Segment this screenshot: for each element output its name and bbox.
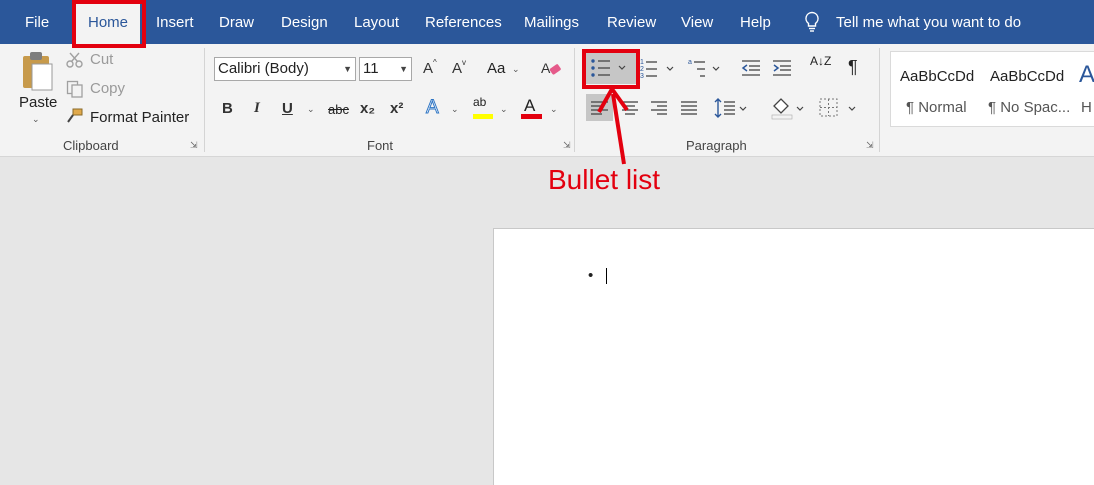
line-spacing-icon[interactable]	[713, 96, 749, 120]
tab-references[interactable]: References	[425, 0, 502, 44]
paragraph-group-label: Paragraph	[686, 138, 747, 153]
tab-help[interactable]: Help	[740, 0, 771, 44]
clear-formatting-icon[interactable]: A	[540, 58, 562, 78]
format-painter-icon	[67, 108, 83, 123]
underline-button[interactable]: U	[282, 100, 293, 117]
highlight-dropdown-icon[interactable]: ⌄	[500, 104, 508, 115]
show-formatting-marks-button[interactable]: ¶	[848, 57, 858, 78]
group-separator	[879, 48, 880, 152]
sort-button[interactable]: A↓Z	[810, 55, 831, 67]
justify-icon[interactable]	[679, 98, 699, 118]
style-no-spacing-label[interactable]: ¶ No Spac...	[988, 99, 1070, 116]
text-effects-button[interactable]: A	[426, 97, 440, 119]
font-name-value: Calibri (Body)	[218, 60, 309, 77]
clipboard-group-label: Clipboard	[63, 138, 119, 153]
text-effects-dropdown-icon[interactable]: ⌄	[451, 104, 459, 115]
numbering-icon[interactable]: 1 2 3	[640, 56, 684, 80]
multilevel-list-icon[interactable]: a	[688, 56, 728, 80]
annotation-label: Bullet list	[548, 164, 661, 195]
strikethrough-button[interactable]: abc	[328, 102, 349, 117]
align-right-icon[interactable]	[649, 98, 669, 118]
clipboard-dialog-launcher-icon[interactable]: ⇲	[190, 140, 198, 151]
change-case-dropdown-icon[interactable]: ⌄	[512, 64, 520, 75]
svg-text:a: a	[688, 59, 692, 66]
annotation-arrow-icon	[597, 86, 629, 165]
svg-text:3: 3	[640, 73, 644, 80]
paste-label[interactable]: Paste	[19, 94, 57, 111]
svg-text:A: A	[541, 60, 551, 76]
shading-icon[interactable]	[770, 96, 806, 120]
increase-indent-icon[interactable]	[771, 58, 793, 78]
font-group-label: Font	[367, 138, 394, 153]
bullet-marker: •	[588, 267, 594, 284]
grow-font-icon: A	[423, 60, 434, 77]
shrink-font-button[interactable]: Av	[452, 58, 466, 77]
scissors-icon	[66, 52, 83, 68]
copy-button[interactable]: Copy	[90, 80, 125, 97]
underline-dropdown-icon[interactable]: ⌄	[307, 104, 315, 115]
paste-icon[interactable]	[20, 50, 54, 92]
highlight-button[interactable]: ab	[473, 95, 486, 109]
format-painter-button[interactable]: Format Painter	[90, 109, 189, 126]
copy-icon	[66, 80, 83, 98]
style-no-spacing-preview[interactable]: AaBbCcDd	[990, 68, 1064, 85]
font-color-button[interactable]: A	[524, 96, 535, 116]
paste-dropdown-icon[interactable]: ⌄	[32, 114, 40, 125]
tab-insert[interactable]: Insert	[156, 0, 194, 44]
change-case-button[interactable]: Aa	[487, 60, 505, 77]
document-page[interactable]: •	[493, 228, 1094, 485]
bold-button[interactable]: B	[222, 100, 233, 117]
shrink-font-icon: A	[452, 60, 463, 77]
group-separator	[204, 48, 205, 152]
style-heading-preview[interactable]: A	[1079, 61, 1094, 89]
svg-text:2: 2	[640, 66, 644, 73]
chevron-down-icon: ▼	[399, 64, 408, 74]
italic-button[interactable]: I	[254, 100, 260, 117]
tab-draw[interactable]: Draw	[219, 0, 254, 44]
tab-file[interactable]: File	[25, 0, 49, 44]
paragraph-dialog-launcher-icon[interactable]: ⇲	[866, 140, 874, 151]
font-color-dropdown-icon[interactable]: ⌄	[550, 104, 558, 115]
text-cursor	[606, 268, 607, 284]
decrease-indent-icon[interactable]	[740, 58, 762, 78]
font-size-combo[interactable]: 11 ▼	[359, 57, 412, 81]
tab-layout[interactable]: Layout	[354, 0, 399, 44]
tab-view[interactable]: View	[681, 0, 713, 44]
style-normal-preview[interactable]: AaBbCcDd	[900, 68, 974, 85]
font-name-combo[interactable]: Calibri (Body) ▼	[214, 57, 356, 81]
lightbulb-icon[interactable]	[804, 11, 820, 33]
borders-icon[interactable]	[818, 96, 860, 120]
cut-button[interactable]: Cut	[90, 51, 113, 68]
grow-font-button[interactable]: A^	[423, 58, 437, 77]
svg-text:1: 1	[640, 59, 644, 66]
tab-review[interactable]: Review	[607, 0, 656, 44]
group-separator	[574, 48, 575, 152]
bullets-highlight-box	[582, 49, 640, 89]
font-dialog-launcher-icon[interactable]: ⇲	[563, 140, 571, 151]
ribbon-tab-bar: File Home Insert Draw Design Layout Refe…	[0, 0, 1094, 44]
home-tab-highlight-box	[72, 0, 146, 48]
font-size-value: 11	[363, 60, 379, 77]
tab-mailings[interactable]: Mailings	[524, 0, 579, 44]
tell-me-search[interactable]: Tell me what you want to do	[836, 0, 1021, 46]
font-color-swatch	[521, 114, 542, 119]
chevron-down-icon: ▼	[343, 64, 352, 74]
styles-gallery: AaBbCcDd ¶ Normal AaBbCcDd ¶ No Spac... …	[890, 51, 1094, 127]
style-normal-label[interactable]: ¶ Normal	[906, 99, 967, 116]
tab-design[interactable]: Design	[281, 0, 328, 44]
subscript-button[interactable]: x₂	[360, 100, 375, 117]
style-heading-label[interactable]: H	[1081, 99, 1092, 116]
highlight-color-swatch	[473, 114, 493, 119]
superscript-button[interactable]: x²	[390, 100, 403, 117]
ribbon-home: Paste ⌄ Cut Copy Format Painter Clipboar…	[0, 44, 1094, 157]
